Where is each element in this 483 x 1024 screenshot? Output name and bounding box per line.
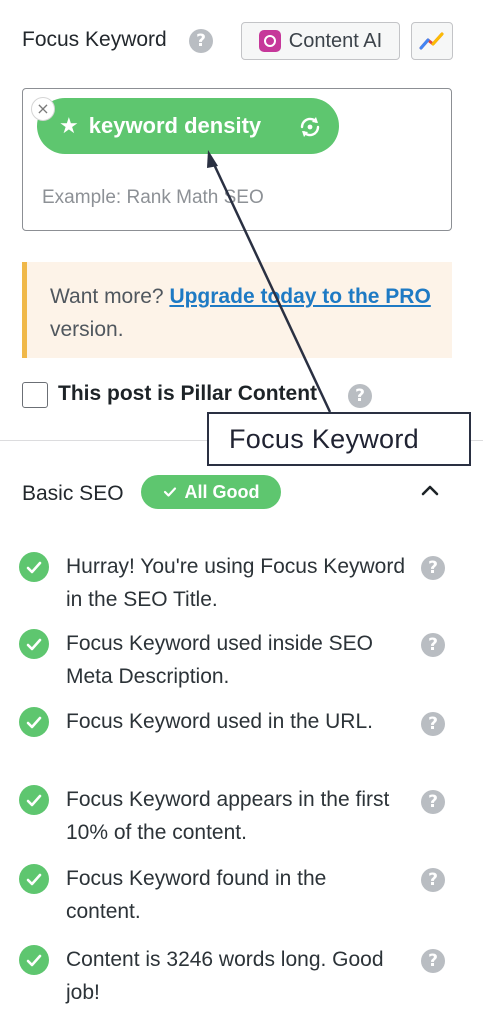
chevron-up-icon[interactable] [418,479,442,503]
success-check-icon [19,552,49,582]
seo-check-help-icon[interactable]: ? [421,790,445,814]
seo-check-help-icon[interactable]: ? [421,633,445,657]
seo-check-help-icon[interactable]: ? [421,556,445,580]
seo-check-item: Focus Keyword appears in the first 10% o… [66,788,390,844]
all-good-badge-text: All Good [184,481,260,502]
basic-seo-title[interactable]: Basic SEO [22,482,124,506]
annotation-label: Focus Keyword [207,412,471,466]
seo-check-help-icon[interactable]: ? [421,949,445,973]
check-icon [163,487,176,497]
seo-check-item: Content is 3246 words long. Good job! [66,948,384,1004]
success-check-icon [19,945,49,975]
success-check-icon [19,785,49,815]
all-good-badge: All Good [141,475,281,509]
seo-check-item: Focus Keyword used inside SEO Meta Descr… [66,632,373,688]
seo-check-item: Focus Keyword found in the content. [66,867,327,923]
seo-check-help-icon[interactable]: ? [421,712,445,736]
seo-check-item: Focus Keyword used in the URL. [66,710,373,733]
success-check-icon [19,707,49,737]
success-check-icon [19,864,49,894]
seo-check-help-icon[interactable]: ? [421,868,445,892]
seo-check-item: Hurray! You're using Focus Keyword in th… [66,555,406,611]
success-check-icon [19,629,49,659]
